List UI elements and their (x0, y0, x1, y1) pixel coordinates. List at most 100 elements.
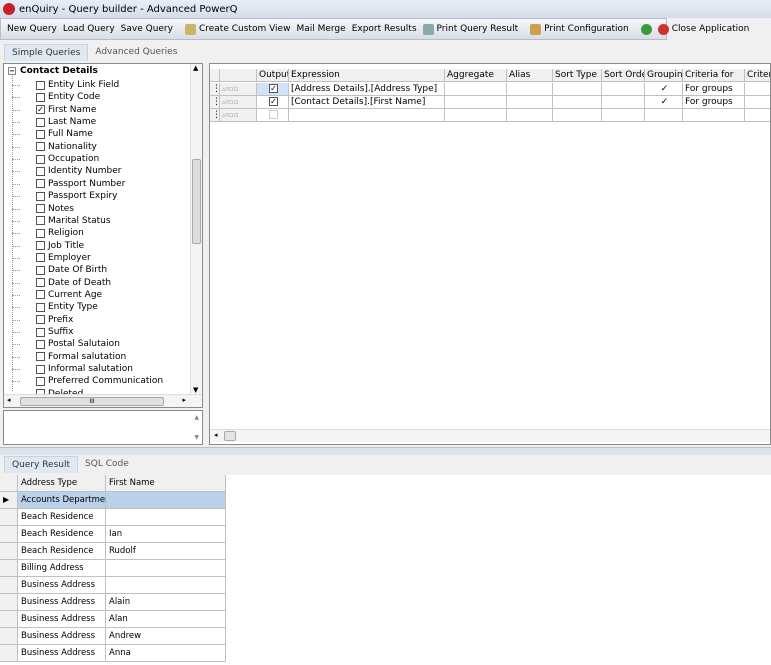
output-cell[interactable] (257, 109, 289, 122)
tab-sql-code[interactable]: SQL Code (78, 456, 136, 473)
export-results-button[interactable]: Export Results (352, 24, 417, 34)
checkbox[interactable] (36, 352, 45, 362)
tree-root[interactable]: − Contact Details (8, 66, 98, 76)
tree-item[interactable]: Identity Number (12, 165, 122, 177)
criteria-cell[interactable] (745, 96, 770, 109)
result-cell[interactable]: Billing Address (18, 560, 106, 577)
output-checkbox[interactable] (269, 110, 278, 119)
checkbox[interactable] (36, 241, 45, 251)
tree-item[interactable]: Passport Expiry (12, 190, 117, 202)
close-application-button[interactable]: Close Application (657, 23, 749, 35)
output-cell[interactable]: ✓ (257, 83, 289, 96)
tab-advanced-queries[interactable]: Advanced Queries (88, 44, 184, 61)
result-row-header[interactable] (0, 509, 18, 526)
tree-item[interactable]: Notes (12, 203, 74, 215)
grid-cell[interactable] (602, 96, 645, 109)
tree-vertical-scrollbar[interactable]: ▲ ▼ (190, 64, 202, 394)
result-cell[interactable]: Beach Residence (18, 509, 106, 526)
splitter[interactable] (0, 447, 771, 455)
checkbox[interactable] (36, 302, 45, 312)
tree-item[interactable]: Last Name (12, 116, 96, 128)
result-row-header[interactable] (0, 526, 18, 543)
refresh-button[interactable] (640, 23, 652, 35)
tree-item[interactable]: Occupation (12, 153, 99, 165)
checkbox[interactable] (36, 129, 45, 139)
tree-item[interactable]: Date of Death (12, 277, 111, 289)
grid-cell[interactable] (445, 109, 507, 122)
output-checkbox[interactable]: ✓ (269, 84, 278, 93)
tree-horizontal-scrollbar[interactable]: ◂ III ▸ (4, 394, 202, 407)
result-cell[interactable]: Business Address (18, 645, 106, 662)
scroll-up-icon[interactable]: ▲ (193, 64, 198, 72)
checkbox[interactable] (36, 154, 45, 164)
tab-simple-queries[interactable]: Simple Queries (4, 44, 89, 61)
grouping-check[interactable]: ✓ (661, 84, 669, 94)
grid-cell[interactable] (602, 83, 645, 96)
checkbox[interactable] (36, 265, 45, 275)
result-row-header[interactable] (0, 560, 18, 577)
expression-cell[interactable]: [Address Details].[Address Type] (289, 83, 445, 96)
create-custom-view-button[interactable]: Create Custom View (184, 23, 290, 35)
checkbox[interactable] (36, 278, 45, 288)
tree-item[interactable]: Entity Link Field (12, 79, 119, 91)
tree-item[interactable]: Marital Status (12, 215, 111, 227)
checkbox[interactable] (36, 376, 45, 386)
grid-cell[interactable] (507, 109, 553, 122)
result-cell[interactable]: Alain (106, 594, 226, 611)
checkbox[interactable] (36, 179, 45, 189)
checkbox[interactable] (36, 327, 45, 337)
result-cell[interactable]: Business Address (18, 611, 106, 628)
checkbox[interactable] (36, 191, 45, 201)
checkbox[interactable] (36, 166, 45, 176)
scroll-left-icon[interactable]: ◂ (214, 431, 218, 439)
result-cell[interactable]: Andrew (106, 628, 226, 645)
grid-cell[interactable] (445, 83, 507, 96)
mail-merge-button[interactable]: Mail Merge (296, 24, 345, 34)
result-cell[interactable]: Ian (106, 526, 226, 543)
expression-cell[interactable] (289, 109, 445, 122)
output-checkbox[interactable]: ✓ (269, 97, 278, 106)
tree-item[interactable]: Full Name (12, 128, 93, 140)
save-query-button[interactable]: Save Query (121, 24, 173, 34)
checkbox[interactable] (36, 204, 45, 213)
scroll-thumb[interactable] (224, 431, 236, 441)
tree-item[interactable]: Prefix (12, 314, 73, 326)
scroll-down-icon[interactable]: ▼ (193, 386, 198, 394)
result-row-header[interactable] (0, 645, 18, 662)
result-row-header[interactable] (0, 628, 18, 645)
checkbox[interactable] (36, 290, 45, 300)
tree-item[interactable]: Religion (12, 227, 84, 239)
scroll-right-icon[interactable]: ▸ (182, 396, 186, 404)
print-query-result-button[interactable]: Print Query Result (422, 23, 518, 35)
result-row-header[interactable] (0, 543, 18, 560)
tree-item[interactable]: Entity Type (12, 301, 98, 313)
tree-item[interactable]: Suffix (12, 326, 73, 338)
result-cell[interactable]: Anna (106, 645, 226, 662)
tab-query-result[interactable]: Query Result (4, 456, 79, 473)
grid-cell[interactable] (553, 83, 602, 96)
checkbox[interactable]: ✓ (36, 105, 45, 115)
grouping-check[interactable]: ✓ (661, 97, 669, 107)
result-cell[interactable] (106, 509, 226, 526)
checkbox[interactable] (36, 142, 45, 152)
tree-item[interactable]: Date Of Birth (12, 264, 107, 276)
checkbox[interactable] (36, 315, 45, 325)
result-cell[interactable] (106, 577, 226, 594)
scroll-left-icon[interactable]: ◂ (7, 396, 11, 404)
checkbox[interactable] (36, 92, 45, 102)
tree-item[interactable]: Passport Number (12, 178, 125, 190)
scroll-down-icon[interactable]: ▼ (194, 434, 199, 441)
result-row-header[interactable]: ▶ (0, 492, 18, 509)
tree-item[interactable]: Current Age (12, 289, 102, 301)
tree-item[interactable]: Nationality (12, 141, 97, 153)
result-cell[interactable]: Alan (106, 611, 226, 628)
criteria-for-cell[interactable]: For groups (683, 83, 745, 96)
result-cell[interactable]: Business Address (18, 577, 106, 594)
criteria-cell[interactable] (745, 109, 770, 122)
tree-item[interactable]: ✓ First Name (12, 104, 96, 116)
result-cell[interactable]: Rudolf (106, 543, 226, 560)
grid-cell[interactable] (445, 96, 507, 109)
tree-item[interactable]: Entity Code (12, 91, 100, 103)
result-cell[interactable]: Beach Residence (18, 526, 106, 543)
checkbox[interactable] (36, 364, 45, 374)
